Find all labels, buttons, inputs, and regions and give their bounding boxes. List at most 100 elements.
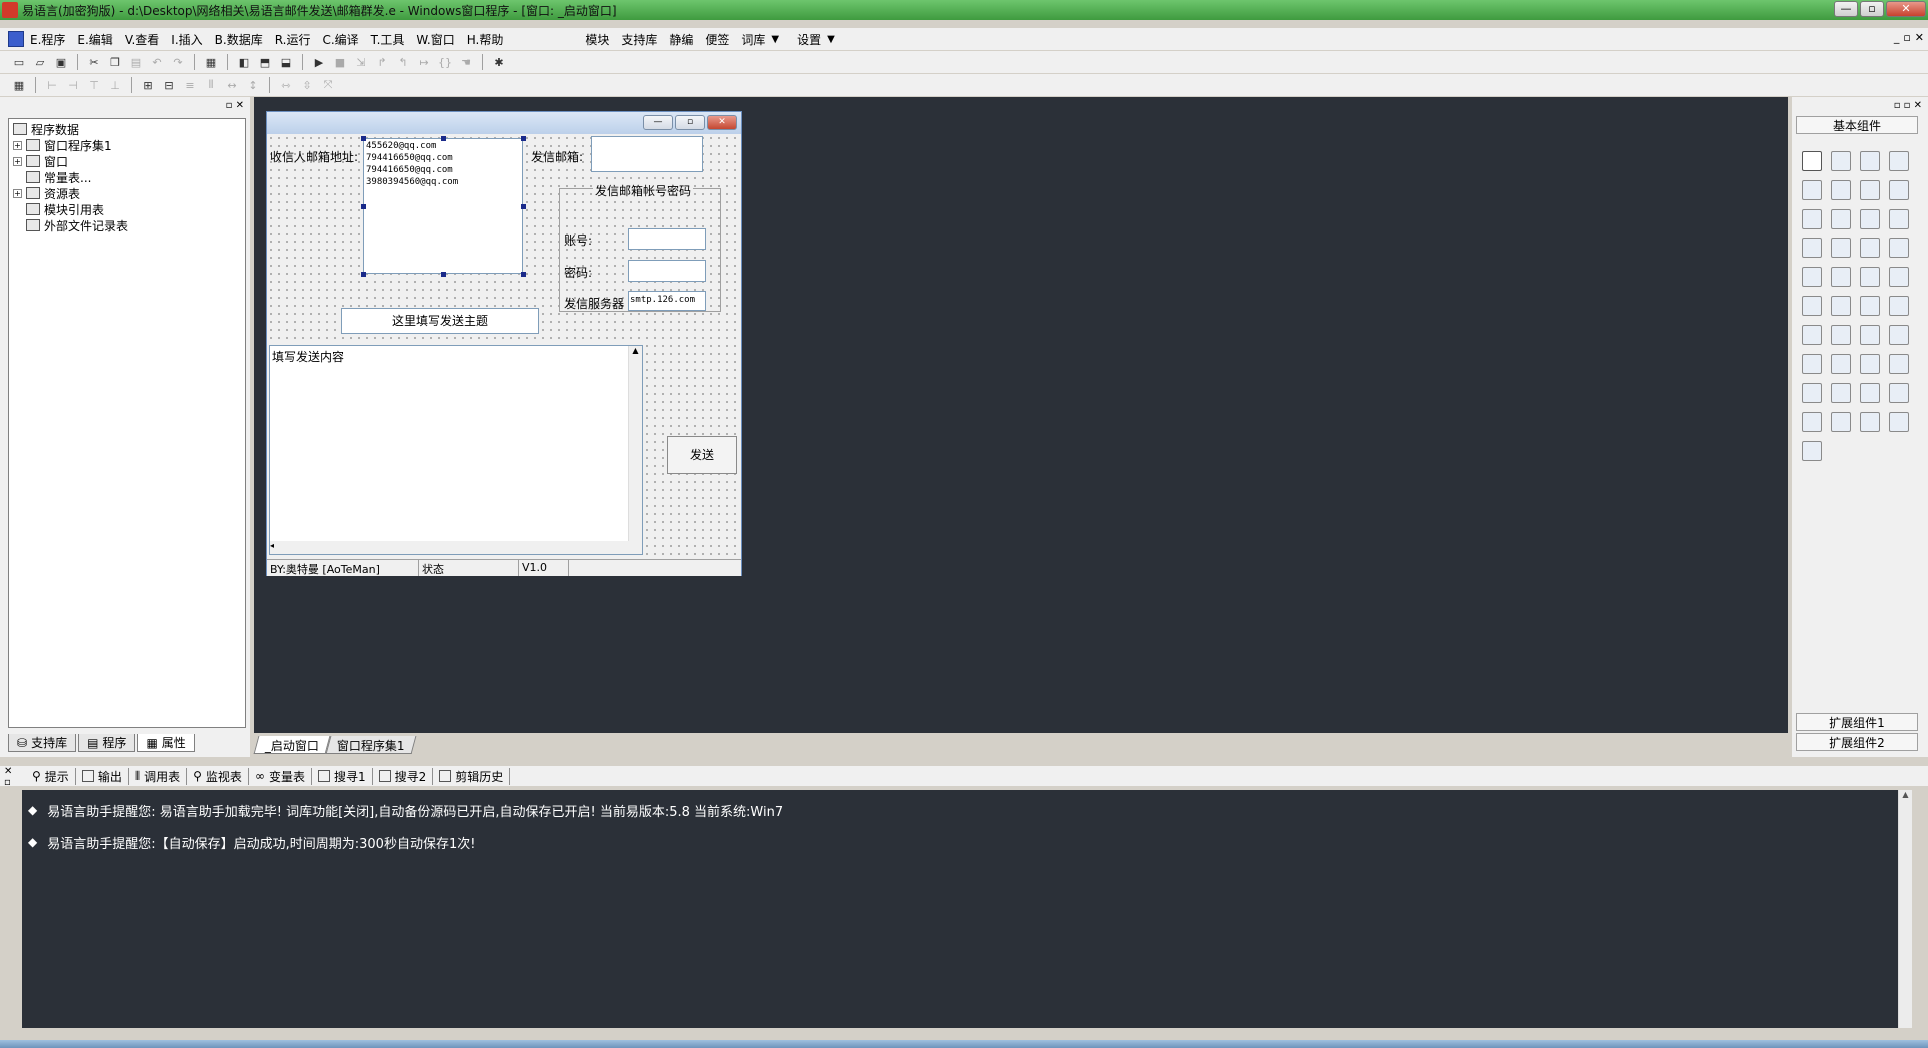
copy-icon[interactable]: ❐ <box>106 53 124 71</box>
tab-support-lib[interactable]: ⛁ 支持库 <box>8 734 77 752</box>
listbox-component-icon[interactable] <box>1889 209 1909 229</box>
menu-insert[interactable]: I.插入 <box>165 31 208 48</box>
timer-component-icon[interactable] <box>1802 354 1822 374</box>
tab-call-stack[interactable]: ⦀ 调用表 <box>129 767 188 785</box>
content-horizontal-scrollbar[interactable]: ◂ <box>270 541 642 554</box>
subject-input[interactable]: 这里填写发送主题 <box>341 308 539 334</box>
selection-handle[interactable] <box>521 136 526 141</box>
grid-component-icon[interactable] <box>1889 325 1909 345</box>
tree-item[interactable]: + 窗口 <box>13 153 241 169</box>
odbc-source-component-icon[interactable] <box>1802 441 1822 461</box>
size-width-icon[interactable]: ⇿ <box>277 76 295 94</box>
calendar-component-icon[interactable] <box>1802 296 1822 316</box>
step-out-icon[interactable]: ↰ <box>394 53 412 71</box>
menu-compile[interactable]: C.编译 <box>316 31 364 48</box>
splitter-component-icon[interactable] <box>1860 267 1880 287</box>
tab-properties[interactable]: ▦ 属性 <box>137 734 195 752</box>
combobox-component-icon[interactable] <box>1860 209 1880 229</box>
sender-input[interactable] <box>591 136 703 172</box>
selection-handle[interactable] <box>521 272 526 277</box>
size-height-icon[interactable]: ⇳ <box>298 76 316 94</box>
extension-components-2[interactable]: 扩展组件2 <box>1796 733 1918 751</box>
frame-component-icon[interactable] <box>1831 180 1851 200</box>
menu-program[interactable]: E.程序 <box>24 31 71 48</box>
menu-edit[interactable]: E.编辑 <box>71 31 118 48</box>
mdi-minimize-button[interactable]: _ <box>1894 31 1900 44</box>
form-maximize-button[interactable]: ▫ <box>675 115 705 130</box>
paste-icon[interactable]: ▤ <box>127 53 145 71</box>
tree-item[interactable]: 常量表... <box>13 169 241 185</box>
tab-clipboard-history[interactable]: 剪辑历史 <box>433 767 511 785</box>
grid-icon[interactable]: ▦ <box>10 76 28 94</box>
document-icon[interactable] <box>8 31 24 47</box>
hand-icon[interactable]: ☚ <box>457 53 475 71</box>
menu-window[interactable]: W.窗口 <box>410 31 460 48</box>
space-horizontal-icon[interactable]: ↔ <box>223 76 241 94</box>
step-over-icon[interactable]: ↱ <box>373 53 391 71</box>
tab-hint[interactable]: ⚲ 提示 <box>26 767 76 785</box>
table-component-icon[interactable] <box>1802 325 1822 345</box>
list-item[interactable]: 3980394560@qq.com <box>366 176 520 188</box>
edit-component-icon[interactable] <box>1802 180 1822 200</box>
panel-component-icon[interactable] <box>1889 383 1909 403</box>
tab-component-icon[interactable] <box>1831 267 1851 287</box>
align-bottom-icon[interactable]: ⊥ <box>106 76 124 94</box>
checkbox-component-icon[interactable] <box>1802 209 1822 229</box>
extension-components-1[interactable]: 扩展组件1 <box>1796 713 1918 731</box>
tab-search-1[interactable]: 搜寻1 <box>312 767 373 785</box>
new-file-icon[interactable]: ▭ <box>10 53 28 71</box>
align-left-icon[interactable]: ⊢ <box>43 76 61 94</box>
menu-help[interactable]: H.帮助 <box>461 31 510 48</box>
toggle-breakpoint-icon[interactable]: {} <box>436 53 454 71</box>
form-title-bar[interactable]: — ▫ ✕ <box>267 112 741 134</box>
minimize-button[interactable]: — <box>1834 1 1858 17</box>
text-component-icon[interactable] <box>1860 180 1880 200</box>
radio-component-icon[interactable] <box>1831 209 1851 229</box>
dictionary-dropdown-icon[interactable]: ▼ <box>771 34 779 45</box>
button-component-icon[interactable] <box>1831 296 1851 316</box>
list-item[interactable]: 455620@qq.com <box>366 140 520 152</box>
redo-icon[interactable]: ↷ <box>169 53 187 71</box>
pointer-icon[interactable] <box>1802 151 1822 171</box>
globe-component-icon[interactable] <box>1831 325 1851 345</box>
selection-handle[interactable] <box>361 136 366 141</box>
tab-variables[interactable]: ∞ 变量表 <box>249 767 312 785</box>
same-width-icon[interactable]: ≡ <box>181 76 199 94</box>
mdi-close-button[interactable]: ✕ <box>1915 31 1924 44</box>
scroll-component-icon[interactable] <box>1831 238 1851 258</box>
selection-handle[interactable] <box>441 272 446 277</box>
same-height-icon[interactable]: ⦀ <box>202 76 220 94</box>
spin-component-icon[interactable] <box>1860 325 1880 345</box>
palette-panel-controls[interactable]: ▫ ▫ ✕ <box>1894 100 1922 111</box>
palette-header[interactable]: 基本组件 <box>1796 116 1918 134</box>
database-component-icon[interactable] <box>1831 412 1851 432</box>
port-component-icon[interactable] <box>1831 383 1851 403</box>
panel-controls[interactable]: ▫ ✕ <box>226 100 244 111</box>
space-vertical-icon[interactable]: ↕ <box>244 76 262 94</box>
cut-icon[interactable]: ✂ <box>85 53 103 71</box>
open-folder-icon[interactable]: ▱ <box>31 53 49 71</box>
center-vertical-icon[interactable]: ⊟ <box>160 76 178 94</box>
send-button[interactable]: 发送 <box>667 436 737 474</box>
tree-item[interactable]: 模块引用表 <box>13 201 241 217</box>
menu-tools[interactable]: T.工具 <box>365 31 411 48</box>
network-component-icon[interactable] <box>1860 354 1880 374</box>
help-icon[interactable]: ✱ <box>490 53 508 71</box>
form-minimize-button[interactable]: — <box>643 115 673 130</box>
progress-component-icon[interactable] <box>1889 238 1909 258</box>
tab-start-window[interactable]: _启动窗口 <box>253 736 331 754</box>
align-right-icon[interactable]: ⊣ <box>64 76 82 94</box>
picture-component-icon[interactable] <box>1860 151 1880 171</box>
save-icon[interactable]: ▣ <box>52 53 70 71</box>
tab-program[interactable]: ▤ 程序 <box>78 734 136 752</box>
stop-icon[interactable]: ■ <box>331 53 349 71</box>
center-horizontal-icon[interactable]: ⊞ <box>139 76 157 94</box>
vscroll-component-icon[interactable] <box>1860 238 1880 258</box>
align-top-icon[interactable]: ⊤ <box>85 76 103 94</box>
undo-icon[interactable]: ↶ <box>148 53 166 71</box>
step-into-icon[interactable]: ⇲ <box>352 53 370 71</box>
selection-handle[interactable] <box>521 204 526 209</box>
close-button[interactable]: ✕ <box>1886 1 1926 17</box>
output-log[interactable]: ◆ 易语言助手提醒您: 易语言助手加载完毕! 词库功能[关闭],自动备份源码已开… <box>22 790 1912 1028</box>
selection-handle[interactable] <box>441 136 446 141</box>
